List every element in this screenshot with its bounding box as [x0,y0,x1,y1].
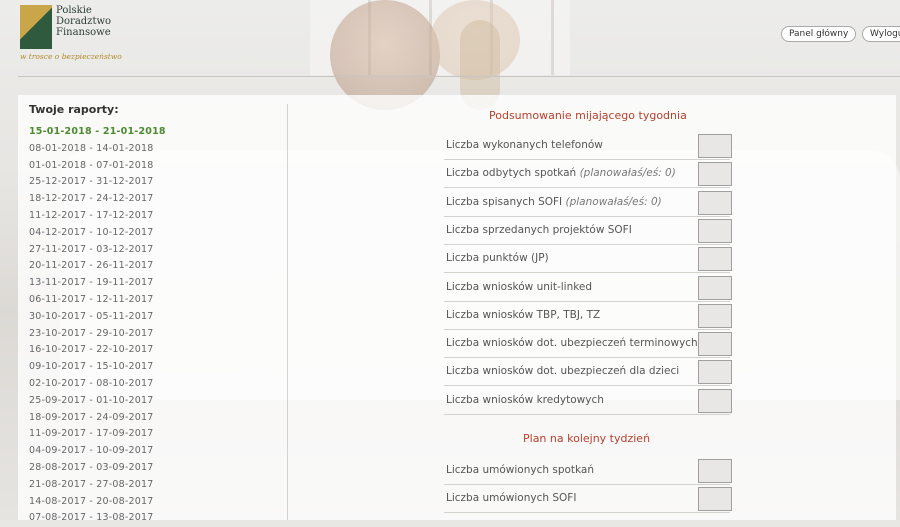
plan-row-label: Liczba umówionych SOFI [446,492,577,505]
summary-row: Liczba punktów (JP) [444,244,732,274]
report-link[interactable]: 04-12-2017 - 10-12-2017 [29,225,279,242]
summary-value-input[interactable] [698,332,732,357]
summary-row: Liczba spisanych SOFI (planowałaś/eś: 0) [444,188,732,217]
column-divider [287,104,288,520]
plan-value-input[interactable] [698,487,732,512]
summary-row: Liczba wniosków TBP, TBJ, TZ [444,301,732,330]
report-link[interactable]: 01-01-2018 - 07-01-2018 [29,158,279,175]
summary-value-input[interactable] [698,162,732,187]
plan-title: Plan na kolejny tydzień [523,432,651,445]
summary-row: Liczba wniosków dot. ubezpieczeń dla dzi… [444,357,732,387]
summary-row: Liczba wykonanych telefonów [444,131,732,160]
report-link[interactable]: 20-11-2017 - 26-11-2017 [29,258,279,275]
summary-value-input[interactable] [698,360,732,385]
report-link[interactable]: 25-09-2017 - 01-10-2017 [29,393,279,410]
summary-row-label: Liczba odbytych spotkań (planowałaś/eś: … [446,167,676,180]
report-link[interactable]: 15-01-2018 - 21-01-2018 [29,124,279,141]
summary-row: Liczba wniosków dot. ubezpieczeń termino… [444,329,732,359]
summary-row-label: Liczba wniosków dot. ubezpieczeń dla dzi… [446,365,680,378]
report-link[interactable]: 11-09-2017 - 17-09-2017 [29,426,279,443]
report-link[interactable]: 28-08-2017 - 03-09-2017 [29,460,279,477]
summary-row-label: Liczba wniosków kredytowych [446,393,604,406]
report-link[interactable]: 09-10-2017 - 15-10-2017 [29,359,279,376]
reports-title: Twoje raporty: [29,103,119,116]
report-link[interactable]: 06-11-2017 - 12-11-2017 [29,292,279,309]
summary-row-note: (planowałaś/eś: 0) [565,195,662,208]
summary-row-note: (planowałaś/eś: 0) [579,167,676,180]
summary-row-label: Liczba punktów (JP) [446,252,549,265]
plan-row: Liczba umówionych SOFI [444,484,732,514]
summary-value-input[interactable] [698,247,732,272]
summary-value-input[interactable] [698,218,732,243]
plan-value-input[interactable] [698,459,732,483]
report-link[interactable]: 18-12-2017 - 24-12-2017 [29,191,279,208]
report-link[interactable]: 27-11-2017 - 03-12-2017 [29,242,279,259]
summary-row: Liczba sprzedanych projektów SOFI [444,216,732,245]
logo-text: Polskie Doradztwo Finansowe [56,5,112,38]
tagline: w trosce o bezpieczeństwo [20,52,122,61]
report-link[interactable]: 13-11-2017 - 19-11-2017 [29,275,279,292]
report-link[interactable]: 08-01-2018 - 14-01-2018 [29,141,279,158]
summary-row-label: Liczba wykonanych telefonów [446,139,603,151]
report-link[interactable]: 25-12-2017 - 31-12-2017 [29,174,279,191]
summary-value-input[interactable] [698,303,732,328]
summary-row: Liczba odbytych spotkań (planowałaś/eś: … [444,159,732,189]
report-link[interactable]: 04-09-2017 - 10-09-2017 [29,443,279,460]
summary-row: Liczba wniosków unit-linked [444,273,732,302]
report-link[interactable]: 23-10-2017 - 29-10-2017 [29,326,279,343]
report-link[interactable]: 02-10-2017 - 08-10-2017 [29,376,279,393]
plan-row: Liczba umówionych spotkań [444,456,732,485]
report-link[interactable]: 30-10-2017 - 05-11-2017 [29,309,279,326]
plan-row-label: Liczba umówionych spotkań [446,464,595,476]
header-divider [18,76,900,77]
summary-value-input[interactable] [698,134,732,158]
reports-list: Twoje raporty: 15-01-2018 - 21-01-2018 08… [29,103,279,527]
report-link[interactable]: 11-12-2017 - 17-12-2017 [29,208,279,225]
report-link[interactable]: 16-10-2017 - 22-10-2017 [29,342,279,359]
summary-row-label: Liczba spisanych SOFI (planowałaś/eś: 0) [446,195,662,208]
report-link[interactable]: 07-08-2017 - 13-08-2017 [29,510,279,527]
summary-value-input[interactable] [698,275,732,300]
summary-value-input[interactable] [698,388,732,413]
report-link[interactable]: 18-09-2017 - 24-09-2017 [29,410,279,427]
summary-row-label: Liczba wniosków unit-linked [446,280,593,293]
report-link[interactable]: 14-08-2017 - 20-08-2017 [29,494,279,511]
summary-title: Podsumowanie mijającego tygodnia [489,109,687,122]
logout-button[interactable]: Wylogu [862,26,900,42]
summary-row-label: Liczba wniosków TBP, TBJ, TZ [446,308,601,321]
logo-mark-icon [20,5,52,49]
summary-row-label: Liczba wniosków dot. ubezpieczeń termino… [446,337,698,350]
summary-row: Liczba wniosków kredytowych [444,386,732,415]
summary-value-input[interactable] [698,190,732,215]
home-button[interactable]: Panel główny [781,26,857,42]
report-link[interactable]: 21-08-2017 - 27-08-2017 [29,477,279,494]
summary-row-label: Liczba sprzedanych projektów SOFI [446,223,632,236]
